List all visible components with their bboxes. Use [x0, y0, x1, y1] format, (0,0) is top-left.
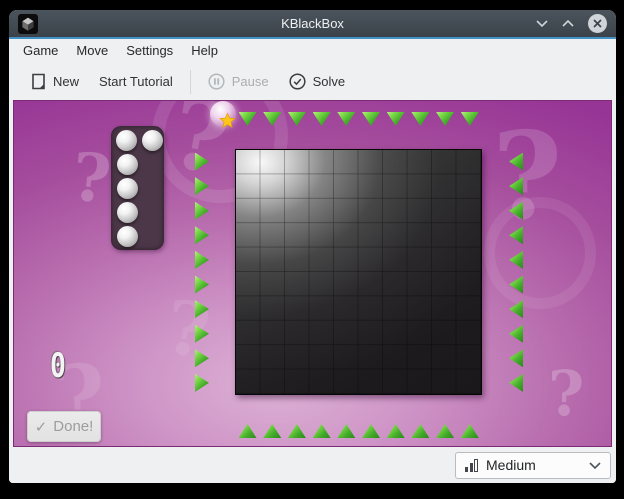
new-button[interactable]: New: [21, 68, 89, 96]
laser-down-arrow[interactable]: [460, 112, 479, 126]
tray-ball[interactable]: [117, 202, 138, 223]
laser-up-arrow[interactable]: [460, 424, 479, 438]
menu-move[interactable]: Move: [67, 39, 117, 63]
tray-ball[interactable]: [117, 154, 138, 175]
laser-right-arrow[interactable]: [195, 177, 209, 196]
laser-down-arrow[interactable]: [312, 112, 331, 126]
laser-right-arrow[interactable]: [195, 300, 209, 319]
star-icon: [219, 112, 236, 128]
menu-bar: Game Move Settings Help: [9, 39, 616, 63]
difficulty-bars-icon: [465, 458, 478, 472]
tray-ball[interactable]: [117, 178, 138, 199]
laser-right-arrow[interactable]: [195, 152, 209, 171]
solve-button[interactable]: Solve: [279, 68, 356, 96]
window-title: KBlackBox: [281, 16, 344, 31]
laser-up-arrow[interactable]: [386, 424, 405, 438]
done-check-icon: ✓: [34, 418, 48, 436]
laser-up-arrow[interactable]: [287, 424, 306, 438]
laser-up-arrow[interactable]: [312, 424, 331, 438]
blackbox-cube-icon: [22, 17, 34, 31]
minimize-button[interactable]: [536, 20, 548, 27]
laser-right-arrow[interactable]: [195, 275, 209, 294]
new-document-icon: [32, 73, 45, 90]
kblackbox-window: KBlackBox Game Move Settings Help New St…: [9, 10, 616, 483]
game-board: ? ? ? ? ? ? 0 ✓ Done!: [13, 100, 612, 447]
laser-down-arrow[interactable]: [436, 112, 455, 126]
question-mark-decoration: ?: [548, 357, 585, 430]
menu-settings[interactable]: Settings: [117, 39, 182, 63]
laser-left-arrow[interactable]: [509, 201, 523, 220]
difficulty-value: Medium: [486, 457, 536, 473]
pause-button[interactable]: Pause: [198, 68, 279, 96]
black-box-grid: [236, 150, 481, 394]
question-mark-decoration: ?: [492, 106, 563, 247]
laser-right-arrow[interactable]: [195, 349, 209, 368]
laser-down-arrow[interactable]: [238, 112, 257, 126]
start-tutorial-button[interactable]: Start Tutorial: [89, 68, 183, 96]
toolbar-separator: [189, 69, 191, 94]
done-button[interactable]: ✓ Done!: [27, 411, 101, 442]
laser-up-arrow[interactable]: [263, 424, 282, 438]
new-button-label: New: [53, 74, 80, 89]
solve-check-icon: [289, 73, 306, 90]
chevron-down-icon: [589, 461, 601, 469]
laser-down-arrow[interactable]: [362, 112, 380, 126]
laser-left-arrow[interactable]: [509, 373, 523, 392]
laser-right-arrow[interactable]: [195, 250, 209, 269]
laser-up-arrow[interactable]: [411, 424, 430, 438]
black-box[interactable]: [235, 149, 482, 395]
title-bar: KBlackBox: [9, 10, 616, 37]
tray-ball[interactable]: [116, 130, 137, 151]
tray-ball[interactable]: [117, 226, 138, 247]
laser-up-arrow[interactable]: [362, 424, 380, 438]
pause-button-label: Pause: [231, 74, 269, 89]
laser-down-arrow[interactable]: [287, 112, 306, 126]
close-button[interactable]: [588, 14, 607, 33]
laser-left-arrow[interactable]: [509, 275, 523, 294]
done-button-label: Done!: [53, 418, 94, 435]
difficulty-combobox[interactable]: Medium: [455, 451, 611, 479]
laser-left-arrow[interactable]: [509, 226, 523, 245]
swirl-decoration: [484, 197, 596, 309]
laser-right-arrow[interactable]: [195, 201, 209, 220]
laser-left-arrow[interactable]: [509, 324, 523, 343]
laser-left-arrow[interactable]: [509, 250, 523, 269]
laser-right-arrow[interactable]: [195, 324, 209, 343]
laser-down-arrow[interactable]: [263, 112, 282, 126]
laser-left-arrow[interactable]: [509, 300, 523, 319]
laser-down-arrow[interactable]: [386, 112, 405, 126]
tool-bar: New Start Tutorial Pause Solve: [9, 63, 616, 100]
laser-down-arrow[interactable]: [411, 112, 430, 126]
laser-up-arrow[interactable]: [337, 424, 356, 438]
question-mark-decoration: ?: [68, 137, 115, 219]
laser-left-arrow[interactable]: [509, 349, 523, 368]
laser-left-arrow[interactable]: [509, 177, 523, 196]
laser-up-arrow[interactable]: [238, 424, 257, 438]
ball-tray: [111, 126, 164, 250]
pause-icon: [208, 73, 225, 90]
app-icon: [18, 13, 38, 34]
tray-ball[interactable]: [142, 130, 163, 151]
score-display: 0: [50, 346, 66, 386]
laser-down-arrow[interactable]: [337, 112, 356, 126]
laser-right-arrow[interactable]: [195, 226, 209, 245]
menu-help[interactable]: Help: [182, 39, 227, 63]
laser-left-arrow[interactable]: [509, 152, 523, 171]
maximize-button[interactable]: [562, 20, 574, 27]
status-bar: Medium: [9, 447, 616, 483]
menu-game[interactable]: Game: [14, 39, 67, 63]
solve-button-label: Solve: [312, 74, 346, 89]
start-tutorial-label: Start Tutorial: [99, 74, 173, 89]
laser-up-arrow[interactable]: [436, 424, 455, 438]
laser-right-arrow[interactable]: [195, 373, 209, 392]
